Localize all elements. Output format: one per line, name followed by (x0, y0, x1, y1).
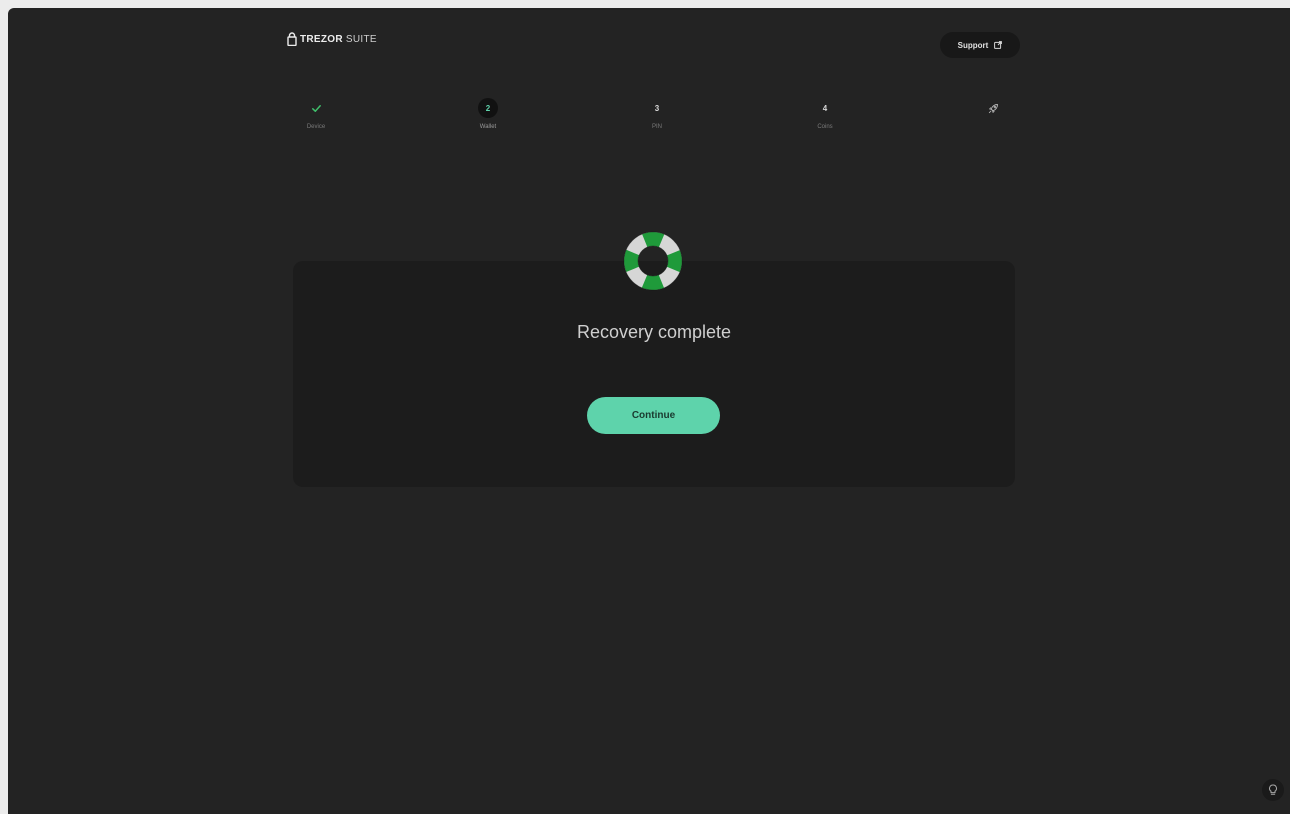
step-final (963, 98, 1023, 118)
trezor-suite-logo: TREZOR SUITE (287, 32, 377, 46)
brand-suffix: SUITE (345, 33, 377, 45)
step-coins-label: Coins (817, 124, 833, 130)
step-coins: 4 Coins (795, 98, 855, 131)
lightbulb-icon (1269, 784, 1277, 795)
step-wallet: 2 Wallet (458, 98, 518, 130)
external-link-icon (994, 41, 1003, 49)
continue-button[interactable]: Continue (587, 397, 720, 434)
step-coins-marker: 4 (822, 103, 828, 113)
lifebuoy-icon (622, 230, 684, 292)
step-final-marker (983, 98, 1003, 118)
step-device: Device (286, 98, 346, 130)
step-pin-marker: 3 (654, 103, 660, 113)
checkmark-icon (311, 104, 321, 112)
guide-button[interactable] (1262, 779, 1284, 801)
app-window: TREZOR SUITE Support Device 2 Wallet 3 P… (8, 8, 1290, 814)
support-button[interactable]: Support (940, 32, 1020, 58)
recovery-complete-title: Recovery complete (576, 322, 732, 342)
step-wallet-label: Wallet (479, 124, 497, 130)
onboarding-stepper: Device 2 Wallet 3 PIN 4 Coins (8, 98, 1290, 148)
brand-name: TREZOR (300, 33, 343, 45)
step-device-label: Device (306, 124, 326, 130)
step-wallet-marker: 2 (478, 98, 498, 118)
step-device-marker (306, 98, 326, 118)
step-pin-label: PIN (651, 124, 662, 130)
support-button-label: Support (957, 40, 989, 50)
trezor-lock-icon (287, 32, 297, 46)
recovery-card (293, 261, 1015, 487)
step-pin: 3 PIN (627, 98, 687, 131)
rocket-icon (988, 103, 998, 113)
